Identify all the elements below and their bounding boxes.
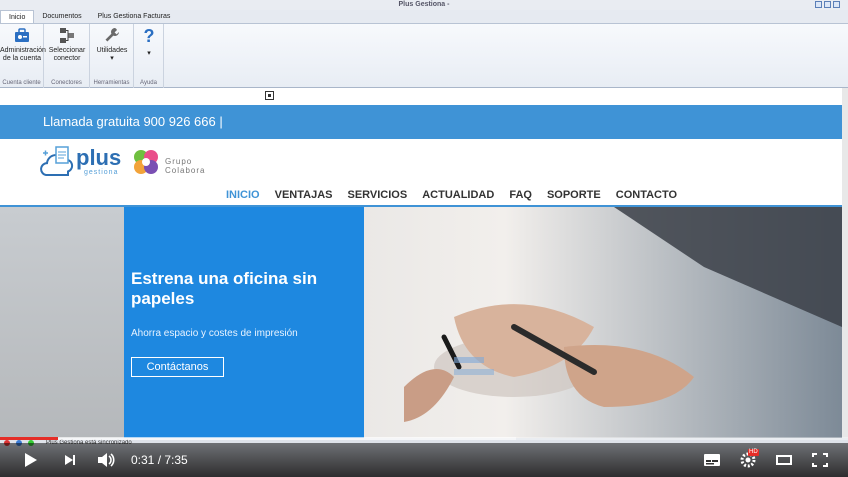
hero-banner: Estrena una oficina sin papeles Ahorra e… xyxy=(0,207,842,438)
ribbon-group-herramientas: Utilidades ▾ Herramientas xyxy=(90,24,134,88)
contact-button[interactable]: Contáctanos xyxy=(131,357,224,377)
nav-soporte[interactable]: SOPORTE xyxy=(547,188,601,202)
play-icon[interactable] xyxy=(20,451,40,469)
help-dropdown-arrow: ▾ xyxy=(147,50,151,57)
site-topbar: Llamada gratuita 900 926 666 | xyxy=(0,105,842,139)
account-admin-icon xyxy=(15,28,29,42)
help-button[interactable]: ? ▾ xyxy=(134,26,164,58)
grupo-text-line1: Grupo xyxy=(165,157,193,166)
utilities-dropdown-arrow: ▾ xyxy=(110,55,114,62)
site-nav: INICIO VENTAJAS SERVICIOS ACTUALIDAD FAQ… xyxy=(226,188,677,202)
document-cloud-icon xyxy=(40,146,74,176)
window-title: Plus Gestiona - xyxy=(398,1,450,8)
puzzle-icon xyxy=(134,150,158,174)
hero-left-photo xyxy=(0,207,124,438)
embedded-web-page: Llamada gratuita 900 926 666 | plus gest… xyxy=(0,88,848,438)
ribbon-tabs: Inicio Documentos Plus Gestiona Facturas xyxy=(0,10,848,24)
phone-number: Llamada gratuita 900 926 666 | xyxy=(43,114,223,129)
connector-icon xyxy=(60,28,74,43)
help-icon: ? xyxy=(143,26,155,46)
window-controls xyxy=(815,1,840,8)
volume-icon[interactable] xyxy=(96,451,116,469)
hero-photo-hands xyxy=(404,207,842,422)
video-progress-buffered xyxy=(57,437,516,440)
video-time: 0:31 / 7:35 xyxy=(131,453,188,467)
tab-inicio[interactable]: Inicio xyxy=(0,10,35,23)
video-controls: 0:31 / 7:35 HD xyxy=(0,443,848,477)
maximize-button[interactable] xyxy=(824,1,831,8)
tab-plus-gestiona-facturas[interactable]: Plus Gestiona Facturas xyxy=(90,10,179,23)
wrench-icon xyxy=(105,28,119,42)
nav-contacto[interactable]: CONTACTO xyxy=(616,188,677,202)
close-small-icon[interactable] xyxy=(265,91,274,100)
video-progress-played xyxy=(0,437,58,440)
tab-documentos[interactable]: Documentos xyxy=(34,10,89,23)
ribbon-group-cuenta: Administración de la cuenta Cuenta clien… xyxy=(0,24,46,88)
video-progress-bar[interactable] xyxy=(0,437,848,440)
logo-text-gestiona: gestiona xyxy=(84,169,119,176)
utilities-label: Utilidades xyxy=(96,47,128,54)
plus-gestiona-logo[interactable]: plus gestiona xyxy=(40,145,130,179)
nav-actualidad[interactable]: ACTUALIDAD xyxy=(422,188,494,202)
window-titlebar: Plus Gestiona - xyxy=(0,0,848,10)
screen: Plus Gestiona - Inicio Documentos Plus G… xyxy=(0,0,848,477)
nav-servicios[interactable]: SERVICIOS xyxy=(348,188,408,202)
select-connector-label-1: Seleccionar xyxy=(48,47,86,54)
grupo-colabora-logo: Grupo Colabora xyxy=(131,146,211,178)
nav-inicio[interactable]: INICIO xyxy=(226,188,260,202)
hd-badge: HD xyxy=(748,449,759,456)
logo-text-plus: plus xyxy=(76,145,122,170)
minimize-button[interactable] xyxy=(815,1,822,8)
group-caption-ayuda: Ayuda xyxy=(140,80,157,86)
utilities-button[interactable]: Utilidades ▾ xyxy=(90,26,134,63)
grupo-colabora-text: Grupo Colabora xyxy=(165,157,205,175)
hero-blue-panel: Estrena una oficina sin papeles Ahorra e… xyxy=(124,207,364,438)
account-admin-button[interactable]: Administración de la cuenta xyxy=(0,26,46,63)
ribbon-group-ayuda: ? ▾ Ayuda xyxy=(134,24,164,88)
ribbon-group-conectores: Seleccionar conector Conectores xyxy=(44,24,90,88)
group-caption-conectores: Conectores xyxy=(51,80,82,86)
ribbon: Administración de la cuenta Cuenta clien… xyxy=(0,24,848,88)
page-scrollbar[interactable] xyxy=(842,88,848,438)
hero-title: Estrena una oficina sin papeles xyxy=(131,269,318,308)
nav-faq[interactable]: FAQ xyxy=(509,188,532,202)
select-connector-label-2: conector xyxy=(53,55,81,62)
grupo-text-line2: Colabora xyxy=(165,166,206,175)
select-connector-button[interactable]: Seleccionar conector xyxy=(44,26,90,63)
hero-subtitle: Ahorra espacio y costes de impresión xyxy=(131,328,298,339)
nav-ventajas[interactable]: VENTAJAS xyxy=(275,188,333,202)
account-admin-label-1: Administración xyxy=(0,47,46,54)
close-button[interactable] xyxy=(833,1,840,8)
group-caption-cuenta: Cuenta cliente xyxy=(2,80,41,86)
theater-mode-icon[interactable] xyxy=(774,451,794,469)
next-icon[interactable] xyxy=(60,451,80,469)
fullscreen-icon[interactable] xyxy=(810,451,830,469)
group-caption-herramientas: Herramientas xyxy=(93,80,130,86)
subtitles-icon[interactable] xyxy=(702,451,722,469)
account-admin-label-2: de la cuenta xyxy=(2,55,42,62)
